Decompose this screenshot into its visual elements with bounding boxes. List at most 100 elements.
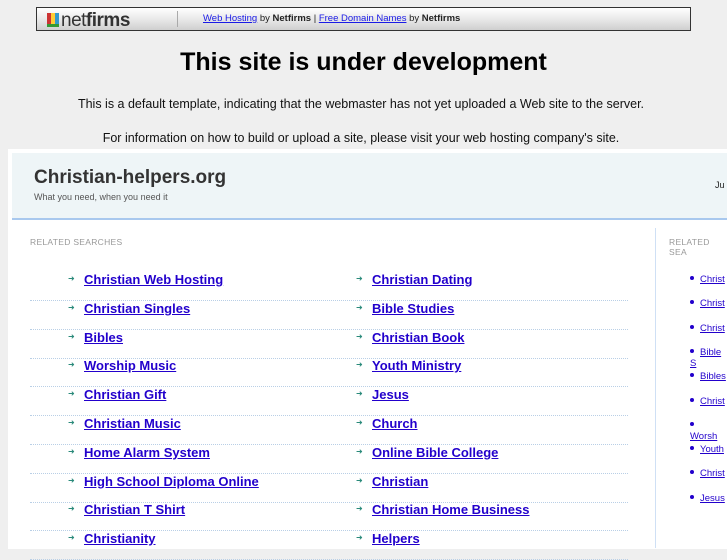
bullet-icon [690, 373, 694, 378]
info-line-2: For information on how to build or uploa… [102, 131, 620, 145]
arrow-icon: ➜ [356, 360, 363, 370]
side-item: Bible S [690, 347, 727, 369]
netfirms-logo-icon [47, 13, 59, 27]
web-hosting-link[interactable]: Web Hosting [203, 13, 257, 24]
brand-text: Netfirms [421, 13, 461, 24]
list-row: ➜ Bibles ➜ Christian Book [30, 330, 628, 359]
list-row: ➜ Christian Music ➜ Church [30, 416, 628, 445]
side-link[interactable]: Christ [700, 323, 725, 334]
related-link[interactable]: Home Alarm System [84, 445, 210, 460]
arrow-icon: ➜ [356, 331, 363, 341]
arrow-icon: ➜ [68, 475, 75, 485]
related-link[interactable]: Helpers [372, 531, 420, 546]
side-related-label: RELATED SEA [669, 237, 710, 257]
bullet-icon [690, 446, 694, 451]
side-link[interactable]: Christ [700, 274, 725, 285]
side-item: Worsh [690, 420, 727, 442]
bullet-icon [690, 300, 694, 305]
related-link[interactable]: Christian Web Hosting [84, 272, 223, 287]
side-item: Christ [690, 298, 725, 309]
arrow-icon: ➜ [356, 446, 363, 456]
list-row: ➜ Home Alarm System ➜ Online Bible College [30, 445, 628, 474]
arrow-icon: ➜ [68, 331, 75, 341]
related-link[interactable]: Jesus [372, 387, 409, 402]
related-link[interactable]: Christian Music [84, 416, 181, 431]
side-item: Christ [690, 396, 725, 407]
arrow-icon: ➜ [356, 504, 363, 514]
related-link[interactable]: High School Diploma Online [84, 474, 259, 489]
related-link[interactable]: Christian Singles [84, 301, 190, 316]
bullet-icon [690, 276, 694, 280]
side-link[interactable]: Jesus [700, 493, 725, 504]
related-link[interactable]: Christian Home Business [372, 502, 530, 517]
related-link[interactable]: Bibles [84, 330, 123, 345]
list-row: ➜ Christian T Shirt ➜ Christian Home Busine… [30, 502, 628, 532]
arrow-icon: ➜ [356, 274, 363, 283]
page-title: This site is under development [180, 48, 547, 76]
bullet-icon [690, 348, 694, 353]
bullet-icon [690, 494, 694, 499]
related-link[interactable]: Church [372, 416, 418, 431]
related-link[interactable]: Youth Ministry [372, 358, 461, 373]
arrow-icon: ➜ [68, 302, 75, 312]
side-item: Christ [690, 468, 725, 479]
bullet-icon [690, 421, 694, 426]
arrow-icon: ➜ [356, 475, 363, 485]
arrow-icon: ➜ [356, 418, 363, 427]
arrow-icon: ➜ [356, 533, 363, 543]
bullet-icon [690, 324, 694, 329]
arrow-icon: ➜ [68, 418, 75, 427]
related-link[interactable]: Bible Studies [372, 301, 454, 316]
info-line-1: This is a default template, indicating t… [77, 97, 645, 111]
netfirms-links: Web Hosting by Netfirms | Free Domain Na… [203, 13, 460, 24]
free-domain-link[interactable]: Free Domain Names [319, 13, 407, 24]
by-text: by [257, 13, 273, 24]
side-item: Youth [690, 444, 724, 455]
column-divider [655, 228, 656, 548]
side-item: Jesus [690, 493, 725, 504]
side-link[interactable]: Youth [700, 444, 724, 455]
related-link[interactable]: Christian T Shirt [84, 502, 185, 517]
related-link[interactable]: Worship Music [84, 358, 176, 373]
related-link[interactable]: Christian Gift [84, 387, 166, 402]
related-link[interactable]: Christian Book [372, 330, 464, 345]
arrow-icon: ➜ [68, 360, 75, 370]
related-searches-label: RELATED SEARCHES [30, 237, 123, 247]
related-link[interactable]: Christian [372, 474, 428, 489]
side-link[interactable]: Christ [700, 298, 725, 309]
arrow-icon: ➜ [68, 533, 75, 543]
related-link[interactable]: Christianity [84, 531, 156, 546]
divider [177, 11, 178, 27]
bullet-icon [690, 397, 694, 402]
side-item: Christ [690, 274, 725, 285]
header-right-text: Ju [715, 180, 725, 190]
related-link[interactable]: Christian Dating [372, 272, 472, 287]
netfirms-logo[interactable]: netfirms [47, 10, 130, 32]
arrow-icon: ➜ [68, 274, 75, 283]
list-row: ➜ Christian Singles ➜ Bible Studies [30, 301, 628, 330]
site-header: Christian-helpers.org What you need, whe… [12, 153, 727, 220]
side-link[interactable]: Bibles [700, 371, 726, 382]
arrow-icon: ➜ [356, 302, 363, 312]
list-row: ➜ High School Diploma Online ➜ Christian [30, 474, 628, 503]
list-row: ➜ Worship Music ➜ Youth Ministry [30, 358, 628, 388]
arrow-icon: ➜ [356, 389, 363, 399]
arrow-icon: ➜ [68, 389, 75, 399]
side-item: Christ [690, 323, 725, 334]
brand-text: Netfirms [272, 13, 312, 24]
arrow-icon: ➜ [68, 504, 75, 514]
by-text: by [406, 13, 422, 24]
list-row: ➜ Christian Gift ➜ Jesus [30, 387, 628, 417]
side-link[interactable]: Bible S [690, 347, 721, 369]
list-row: ➜ Christian Web Hosting ➜ Christian Dating [30, 272, 628, 301]
side-item: Bibles [690, 371, 726, 382]
side-link[interactable]: Worsh [690, 431, 717, 442]
arrow-icon: ➜ [68, 446, 75, 456]
side-link[interactable]: Christ [700, 396, 725, 407]
list-row: ➜ Christianity ➜ Helpers [30, 531, 628, 560]
site-name: Christian-helpers.org [34, 167, 227, 188]
related-link[interactable]: Online Bible College [372, 445, 498, 460]
site-tagline: What you need, when you need it [34, 192, 168, 202]
side-link[interactable]: Christ [700, 468, 725, 479]
bullet-icon [690, 470, 694, 475]
